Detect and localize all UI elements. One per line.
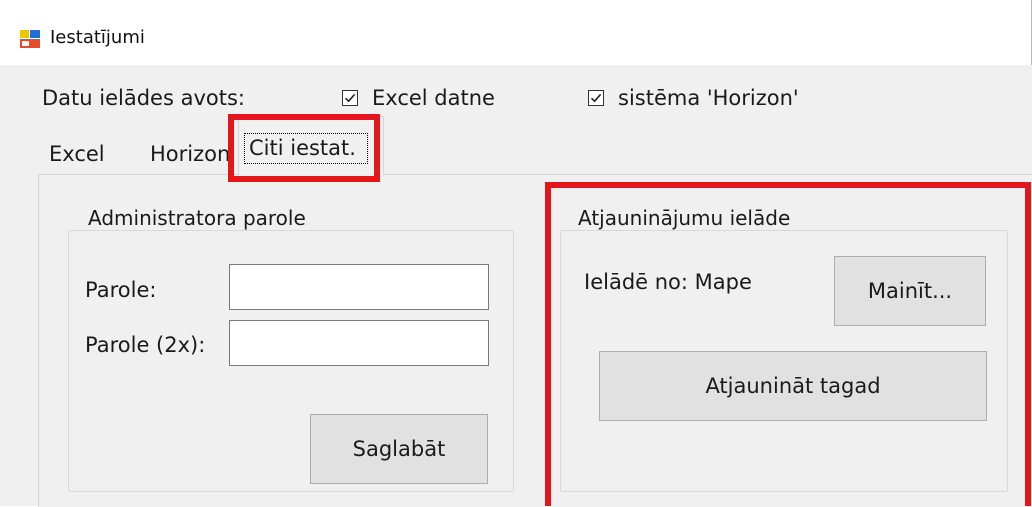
password-repeat-label: Parole (2x): bbox=[85, 333, 206, 357]
updates-group-title: Atjauninājumu ielāde bbox=[572, 206, 797, 230]
save-button[interactable]: Saglabāt bbox=[310, 414, 488, 484]
excel-checkbox[interactable]: Excel datne bbox=[342, 86, 495, 110]
admin-password-group-title: Administratora parole bbox=[82, 206, 312, 230]
password-repeat-input[interactable] bbox=[229, 320, 489, 366]
check-icon bbox=[590, 93, 602, 103]
checkbox-box[interactable] bbox=[342, 90, 358, 106]
window-title: Iestatījumi bbox=[50, 27, 145, 48]
data-source-label: Datu ielādes avots: bbox=[42, 86, 245, 110]
change-source-button[interactable]: Mainīt... bbox=[834, 256, 986, 326]
update-now-button[interactable]: Atjaunināt tagad bbox=[599, 351, 987, 421]
horizon-checkbox[interactable]: sistēma 'Horizon' bbox=[588, 86, 799, 110]
password-input[interactable] bbox=[229, 264, 489, 310]
app-form-icon bbox=[20, 30, 40, 48]
horizon-checkbox-label: sistēma 'Horizon' bbox=[618, 86, 799, 110]
title-bar: Iestatījumi bbox=[0, 0, 1031, 64]
checkbox-box[interactable] bbox=[588, 90, 604, 106]
update-source-text: Ielādē no: Mape bbox=[584, 270, 752, 294]
excel-checkbox-label: Excel datne bbox=[372, 86, 495, 110]
tab-excel[interactable]: Excel bbox=[49, 142, 105, 166]
tab-horizon[interactable]: Horizon bbox=[150, 142, 238, 166]
tab-citi-iestat-label[interactable]: Citi iestat. bbox=[249, 136, 356, 160]
password-label: Parole: bbox=[85, 278, 157, 302]
check-icon bbox=[344, 93, 356, 103]
